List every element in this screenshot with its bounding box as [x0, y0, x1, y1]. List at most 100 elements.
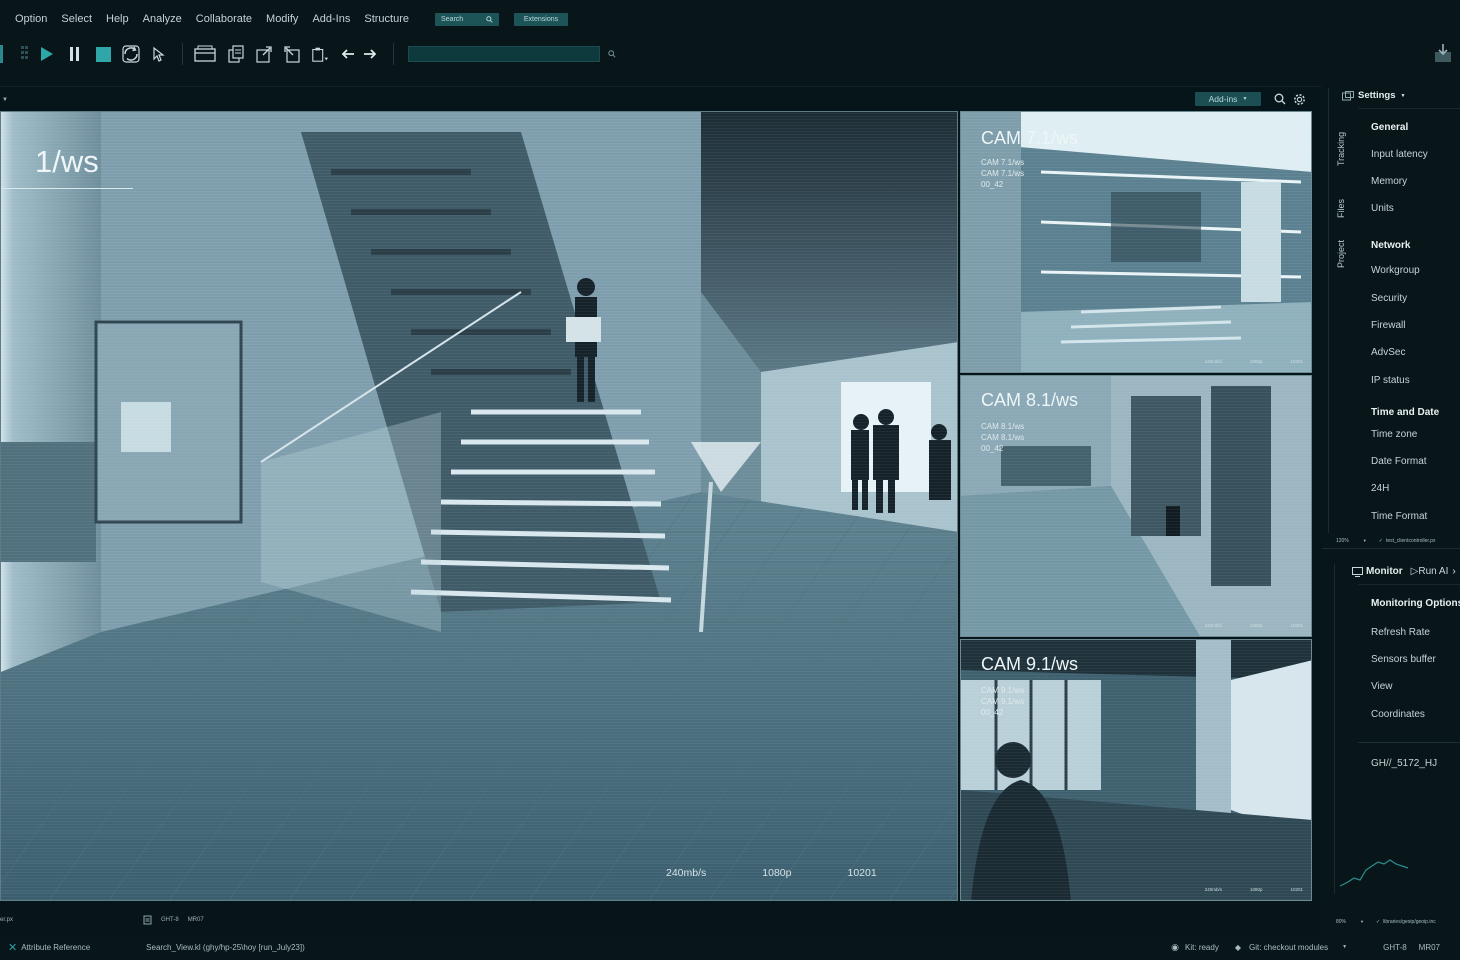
settings-item-security[interactable]: Security — [1371, 293, 1407, 304]
git-icon: ◆ — [1234, 942, 1241, 952]
chevron-right-icon[interactable]: › — [1452, 566, 1455, 577]
settings-item-ip-status[interactable]: IP status — [1371, 375, 1410, 386]
menu-bar: Option Select Help Analyze Collaborate M… — [0, 0, 1460, 38]
settings-item-time-format[interactable]: Time Format — [1371, 511, 1427, 522]
bitrate-label: 240mb/s — [1204, 623, 1222, 628]
export-icon[interactable] — [255, 45, 273, 63]
arrow-right-icon[interactable] — [361, 45, 379, 63]
main-status-bar: ✕ Attribute Reference Search_View.kl (gh… — [0, 934, 1460, 960]
git-status-label[interactable]: Git: checkout modules — [1249, 943, 1328, 952]
frame-step-icon[interactable] — [16, 45, 34, 63]
camera-tile-9[interactable]: CAM 9.1/ws CAM 9.1/ws CAM 9.1/ws 00_42 2… — [960, 639, 1312, 901]
menu-option[interactable]: Option — [15, 13, 47, 25]
monitor-header[interactable]: Monitor ▷Run AI › — [1352, 566, 1456, 577]
settings-panel-status: 120% ▼ ✓ test_clientcontroller.px — [1336, 538, 1460, 544]
window-layout-icon[interactable] — [193, 45, 217, 63]
viewport-caret-icon[interactable]: ▼ — [2, 97, 8, 103]
search-icon[interactable] — [1274, 93, 1286, 105]
panel-divider — [1358, 584, 1460, 585]
tab-project[interactable]: Project — [1336, 240, 1346, 268]
run-ai-label: Run AI — [1418, 566, 1449, 577]
add-ins-dropdown[interactable]: Add-ins ▼ — [1195, 92, 1261, 106]
settings-item-24h[interactable]: 24H — [1371, 483, 1389, 494]
paste-icon[interactable] — [311, 45, 329, 63]
loop-icon[interactable] — [122, 45, 140, 63]
monitor-item-monitoring-options[interactable]: Monitoring Options — [1371, 598, 1460, 609]
menu-collaborate[interactable]: Collaborate — [196, 13, 252, 25]
kit-status-icon: ◉ — [1171, 941, 1180, 952]
play-icon[interactable] — [38, 45, 56, 63]
settings-item-units[interactable]: Units — [1371, 203, 1394, 214]
monitor-item-sensors-buffer[interactable]: Sensors buffer — [1371, 654, 1436, 665]
monitor-item-view[interactable]: View — [1371, 681, 1393, 692]
camera-tile-8-scene — [961, 376, 1311, 636]
toolbar-edge-marker — [0, 45, 3, 63]
pause-icon[interactable] — [66, 45, 84, 63]
monitor-item-coordinates[interactable]: Coordinates — [1371, 709, 1425, 720]
settings-item-general[interactable]: General — [1371, 122, 1408, 133]
settings-item-network[interactable]: Network — [1371, 240, 1410, 251]
tab-files[interactable]: Files — [1336, 199, 1346, 218]
chevron-down-icon[interactable]: ▼ — [1342, 944, 1347, 950]
toolbar-search-input[interactable] — [408, 46, 600, 62]
attribute-reference-label[interactable]: Attribute Reference — [21, 943, 90, 952]
resolution-label: 1080p — [1249, 359, 1263, 364]
settings-item-workgroup[interactable]: Workgroup — [1371, 265, 1420, 276]
run-ai-button[interactable]: ▷Run AI — [1411, 566, 1449, 577]
settings-item-memory[interactable]: Memory — [1371, 176, 1407, 187]
main-camera-title: 1/ws — [35, 144, 99, 179]
menu-structure[interactable]: Structure — [364, 13, 409, 25]
documents-icon[interactable] — [227, 45, 245, 63]
chevron-down-icon: ▼ — [1360, 919, 1364, 924]
settings-item-input-latency[interactable]: Input latency — [1371, 149, 1428, 160]
monitor-item-refresh-rate[interactable]: Refresh Rate — [1371, 627, 1430, 638]
right-panel: Settings ▼ Tracking Files Project Genera… — [1322, 86, 1460, 925]
menu-help[interactable]: Help — [106, 13, 129, 25]
close-icon[interactable]: ✕ — [8, 941, 17, 954]
arrow-left-icon[interactable] — [339, 45, 357, 63]
camera-tile-7[interactable]: CAM 7.1/ws CAM 7.1/ws CAM 7.1/ws 00_42 2… — [960, 111, 1312, 373]
menu-analyze[interactable]: Analyze — [143, 13, 182, 25]
import-icon[interactable] — [283, 45, 301, 63]
settings-item-time-and-date[interactable]: Time and Date — [1371, 407, 1439, 418]
check-icon: ✓ — [1375, 919, 1381, 925]
cursor-icon[interactable] — [150, 45, 168, 63]
monitor-label: Monitor — [1366, 566, 1403, 577]
menu-select[interactable]: Select — [61, 13, 92, 25]
status-file-label: er.px — [0, 917, 14, 923]
resolution-label: 1080p — [1249, 623, 1263, 628]
tile-8-sub-line: CAM 8.1/ws — [981, 433, 1025, 442]
camera-tile-9-scene — [961, 640, 1311, 900]
settings-header[interactable]: Settings ▼ — [1342, 90, 1405, 101]
panel-zoom-label[interactable]: 120% — [1336, 538, 1349, 544]
settings-item-date-format[interactable]: Date Format — [1371, 456, 1427, 467]
gear-icon[interactable] — [1293, 93, 1306, 106]
tab-tracking[interactable]: Tracking — [1336, 132, 1346, 166]
extensions-button[interactable]: Extensions — [514, 12, 568, 26]
tile-9-subtext: CAM 9.1/ws CAM 9.1/ws 00_42 — [981, 685, 1024, 718]
toolbar — [0, 38, 1460, 70]
camera-tile-8[interactable]: CAM 8.1/ws CAM 8.1/ws CAM 8.1/ws 00_42 2… — [960, 375, 1312, 637]
resolution-label: 1080p — [1249, 887, 1263, 892]
tile-8-stats: 240mb/s 1080p 10201 — [1177, 623, 1303, 628]
menu-add-ins[interactable]: Add-Ins — [312, 13, 350, 25]
main-camera-scene — [1, 112, 957, 900]
tile-7-sub-line: CAM 7.1/ws — [981, 158, 1025, 167]
add-ins-label: Add-ins — [1208, 94, 1238, 104]
menu-modify[interactable]: Modify — [266, 13, 298, 25]
frame-count-label: 10201 — [1290, 623, 1303, 628]
menu-search-box[interactable]: Search — [435, 12, 499, 26]
panel-zoom-label[interactable]: 80% — [1336, 919, 1346, 925]
settings-item-firewall[interactable]: Firewall — [1371, 320, 1405, 331]
download-icon[interactable] — [1434, 43, 1452, 68]
search-icon[interactable] — [608, 50, 616, 58]
main-camera-feed[interactable]: 1/ws 240mb/s 1080p 10201 — [0, 111, 958, 901]
toolbar-separator — [182, 43, 183, 65]
panel-divider — [1328, 88, 1329, 533]
stop-icon[interactable] — [94, 45, 112, 63]
document-icon[interactable] — [143, 915, 153, 925]
settings-item-advsec[interactable]: AdvSec — [1371, 347, 1405, 358]
settings-item-time-zone[interactable]: Time zone — [1371, 429, 1417, 440]
search-view-label[interactable]: Search_View.kl (ghy/hp-25\hoy [run_July2… — [146, 943, 305, 952]
surveillance-app: Option Select Help Analyze Collaborate M… — [0, 0, 1460, 960]
